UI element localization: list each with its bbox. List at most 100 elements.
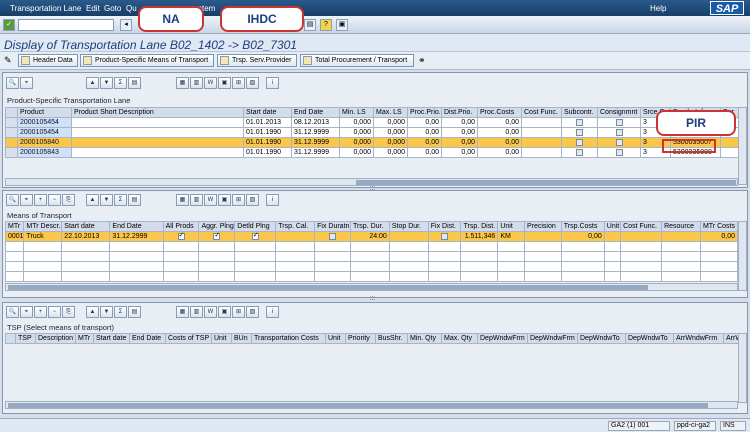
grid3-hscroll[interactable] [5, 401, 738, 409]
grid2-col-header[interactable]: Unit [603, 221, 622, 232]
info-icon[interactable]: i [266, 306, 279, 318]
grid3-col-header[interactable]: Description [35, 333, 76, 344]
grid3-col-header[interactable]: End Date [129, 333, 166, 344]
checkbox-unchecked[interactable] [576, 148, 583, 156]
checkbox-unchecked[interactable] [615, 138, 623, 146]
word-icon[interactable]: W [204, 306, 217, 318]
grid3-col-header[interactable]: BUn [231, 333, 252, 344]
header-data-button[interactable]: Header Data [18, 54, 78, 67]
save-layout-icon[interactable]: ▧ [246, 77, 259, 89]
sort-asc-icon[interactable]: ▲ [86, 306, 99, 318]
grid2-col-header[interactable]: Resource [661, 221, 701, 232]
grid1-col-header[interactable]: Proc.Costs [477, 107, 522, 118]
checkbox-checked[interactable] [213, 233, 221, 240]
grid3-col-header[interactable]: Costs of TSP [165, 333, 212, 344]
grid3-col-header[interactable]: ArrWndwFrm [723, 333, 739, 344]
row-selector[interactable] [5, 117, 18, 128]
export-icon[interactable]: ▦ [176, 306, 189, 318]
grid3-vscroll[interactable] [738, 333, 747, 403]
grid1-col-header[interactable]: Cost Func. [521, 107, 562, 118]
enter-icon[interactable]: ✓ [3, 19, 15, 31]
grid1-col-header[interactable]: End Date [291, 107, 340, 118]
table-row[interactable]: 2000105454 01.01.2013 08.12.2013 0,000 0,000… [5, 117, 739, 128]
grid2-vscroll[interactable] [738, 221, 747, 291]
grid3-col-header[interactable]: Unit [325, 333, 346, 344]
menu-goto[interactable]: Goto [104, 4, 121, 13]
table-row[interactable]: 2000105840 01.01.1990 31.12.9999 0,000 0,000… [5, 137, 739, 148]
checkbox-unchecked[interactable] [329, 232, 337, 240]
grid2-col-header[interactable]: Detld Plng [234, 221, 277, 232]
grid3-select-all[interactable] [5, 333, 16, 344]
delete-row-icon[interactable]: − [48, 194, 61, 206]
table-row[interactable]: 2000105454 01.01.1990 31.12.9999 0,000 0,000… [5, 127, 739, 138]
insert-row-icon[interactable]: + [34, 306, 47, 318]
trsp-serv-provider-button[interactable]: Trsp. Serv.Provider [217, 54, 297, 67]
table-row[interactable]: 0001Truck22.10.201331.12.2999 24:00 1.511,… [4, 231, 739, 242]
help-icon[interactable]: ? [320, 19, 332, 31]
table-row[interactable]: 2000105843 01.01.1990 31.12.9999 0,000 0,000… [5, 147, 739, 158]
grid3-col-header[interactable]: Max. Qty [441, 333, 478, 344]
filter-icon[interactable]: ▼ [100, 306, 113, 318]
row-selector[interactable] [5, 147, 18, 158]
info-icon[interactable]: i [266, 194, 279, 206]
grid1-vscroll[interactable] [738, 107, 747, 185]
grid1-col-header[interactable]: Min. LS [339, 107, 374, 118]
grid1-hscroll[interactable] [5, 178, 738, 186]
checkbox-checked[interactable] [251, 233, 259, 240]
grid1-col-header[interactable]: Dist.Prio. [441, 107, 478, 118]
word-icon[interactable]: W [204, 77, 217, 89]
word-icon[interactable]: W [204, 194, 217, 206]
checkbox-unchecked[interactable] [615, 148, 623, 156]
grid2-col-header[interactable]: Trsp.Costs [560, 221, 605, 232]
grid2-col-header[interactable]: Stop Dur. [388, 221, 429, 232]
info-icon[interactable]: i [266, 77, 279, 89]
spreadsheet-icon[interactable]: ▥ [190, 306, 203, 318]
grid2-col-header[interactable]: Start date [61, 221, 111, 232]
find-icon[interactable]: ⌖ [20, 77, 33, 89]
grid2-col-header[interactable]: All Prods [162, 221, 200, 232]
delete-row-icon[interactable]: − [48, 306, 61, 318]
grid3-col-header[interactable]: Min. Qty [407, 333, 442, 344]
sum-icon[interactable]: Σ [114, 306, 127, 318]
menu-help[interactable]: Help [650, 4, 666, 13]
command-field[interactable] [18, 19, 114, 31]
grid1-col-header[interactable]: Max. LS [373, 107, 408, 118]
menu-qu[interactable]: Qu [126, 4, 137, 13]
grid3-col-header[interactable]: DepWndwFrm [477, 333, 528, 344]
cell-product[interactable]: 2000105454 [17, 127, 72, 138]
total-procurement-button[interactable]: Total Procurement / Transport [300, 54, 414, 67]
grid1-col-header[interactable]: Proc.Prio. [407, 107, 442, 118]
grid3-col-header[interactable]: TSP [15, 333, 36, 344]
checkbox-unchecked[interactable] [615, 128, 623, 136]
grid3-col-header[interactable]: DepWndwTo [625, 333, 674, 344]
grid2-col-header[interactable]: Fix Dist. [427, 221, 462, 232]
other-object-icon[interactable]: ✎ [4, 55, 12, 66]
checkbox-unchecked[interactable] [576, 138, 583, 146]
choose-layout-icon[interactable]: ⊞ [232, 77, 245, 89]
grid2-hscroll[interactable] [5, 283, 738, 291]
find-icon[interactable]: ⌖ [20, 194, 33, 206]
checkbox-checked[interactable] [177, 233, 185, 240]
menu-edit[interactable]: Edit [86, 4, 100, 13]
checkbox-unchecked[interactable] [615, 118, 623, 126]
find-icon[interactable]: ⌖ [20, 306, 33, 318]
copy-row-icon[interactable]: ⎘ [62, 306, 75, 318]
insert-row-icon[interactable]: + [34, 194, 47, 206]
grid3-col-header[interactable]: Transportation Costs [251, 333, 326, 344]
checkbox-unchecked[interactable] [441, 232, 449, 240]
spreadsheet-icon[interactable]: ▥ [190, 77, 203, 89]
grid3-col-header[interactable]: Unit [211, 333, 232, 344]
export-icon[interactable]: ▦ [176, 77, 189, 89]
link-icon[interactable]: ⚭ [418, 55, 426, 66]
row-selector[interactable] [5, 127, 18, 138]
sort-asc-icon[interactable]: ▲ [86, 77, 99, 89]
checkbox-unchecked[interactable] [576, 128, 583, 136]
grid3-col-header[interactable]: Start date [93, 333, 130, 344]
grid1-col-header[interactable]: Product Short Description [71, 107, 244, 118]
grid3-col-header[interactable]: Priority [345, 333, 376, 344]
filter-icon[interactable]: ▼ [100, 194, 113, 206]
details-icon[interactable]: 🔍 [6, 77, 19, 89]
grid2-col-header[interactable]: Aggr. Plng [198, 221, 236, 232]
grid2-col-header[interactable]: End Date [109, 221, 164, 232]
grid1-col-header[interactable]: Start date [243, 107, 292, 118]
